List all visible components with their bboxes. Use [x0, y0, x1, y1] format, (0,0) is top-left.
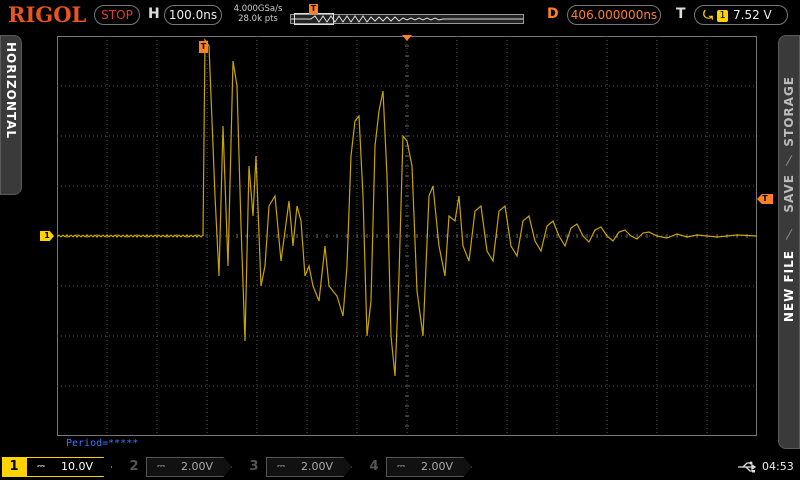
- delay-label: D: [547, 6, 559, 22]
- rising-edge-icon: ⤿: [703, 8, 713, 22]
- ch1-offset-marker[interactable]: 1: [40, 231, 54, 241]
- channel-bar: 1 ⎓ 10.0V 2 ⎓ 2.00V 3 ⎓ 2.00V 4 ⎓ 2.00V …: [0, 455, 800, 480]
- save-tab-label[interactable]: SAVE: [782, 174, 796, 213]
- memory-trigger-marker: T: [309, 4, 318, 14]
- dc-coupling-icon: ⎓: [37, 461, 45, 472]
- horizontal-label: H: [148, 6, 160, 22]
- channel-2-number: 2: [129, 459, 139, 474]
- storage-tab-label: STORAGE: [782, 76, 796, 147]
- channel-3-scale-box: ⎓ 2.00V: [266, 457, 352, 477]
- top-status-bar: RIGOL STOP H 100.0ns 4.000GSa/s 28.0k pt…: [0, 0, 800, 30]
- run-stop-status[interactable]: STOP: [94, 5, 140, 25]
- trigger-level-marker[interactable]: T: [757, 194, 773, 204]
- trigger-settings[interactable]: ⤿ 1 7.52 V: [694, 5, 788, 25]
- horizontal-tab-label: HORIZONTAL: [4, 42, 18, 140]
- channel-1-number: 1: [2, 457, 26, 477]
- graticule: [57, 36, 757, 436]
- trigger-label: T: [676, 6, 686, 22]
- dc-coupling-icon: ⎓: [397, 461, 405, 472]
- tab-separator: [785, 229, 793, 240]
- channel-4-scale-box: ⎓ 2.00V: [386, 457, 472, 477]
- dc-coupling-icon: ⎓: [157, 461, 165, 472]
- sample-rate-readout: 4.000GSa/s 28.0k pts: [230, 4, 286, 24]
- trigger-level: 7.52 V: [733, 8, 772, 22]
- channel-1-scale: 10.0V: [61, 460, 94, 473]
- usb-icon: [738, 461, 757, 473]
- trigger-position-marker: T: [199, 41, 208, 53]
- channel-3-scale: 2.00V: [301, 460, 334, 473]
- trigger-source: 1: [717, 10, 728, 22]
- channel-4-scale: 2.00V: [421, 460, 454, 473]
- channel-2-scale: 2.00V: [181, 460, 214, 473]
- channel-2-scale-box: ⎓ 2.00V: [146, 457, 232, 477]
- dc-coupling-icon: ⎓: [277, 461, 285, 472]
- channel-3-number: 3: [249, 459, 259, 474]
- period-measurement: Period=*****: [66, 438, 139, 449]
- tab-separator: [785, 155, 793, 166]
- horizontal-delay-value[interactable]: 406.000000ns: [567, 5, 661, 25]
- rigol-logo: RIGOL: [8, 2, 87, 27]
- sample-rate: 4.000GSa/s: [233, 4, 283, 14]
- system-clock: 04:53: [762, 460, 794, 473]
- horizontal-delay-marker: [402, 35, 412, 41]
- channel-1-scale-box: ⎓ 10.0V: [26, 457, 112, 477]
- waveform-display[interactable]: [57, 36, 757, 436]
- memory-depth: 28.0k pts: [238, 14, 278, 24]
- memory-view-window: [294, 13, 334, 25]
- storage-menu-tab[interactable]: STORAGE SAVE NEW FILE: [778, 35, 800, 449]
- channel-4-number: 4: [369, 459, 379, 474]
- new-file-tab-label[interactable]: NEW FILE: [782, 250, 796, 322]
- timebase-value[interactable]: 100.0ns: [164, 5, 222, 25]
- horizontal-menu-tab[interactable]: HORIZONTAL: [0, 35, 22, 195]
